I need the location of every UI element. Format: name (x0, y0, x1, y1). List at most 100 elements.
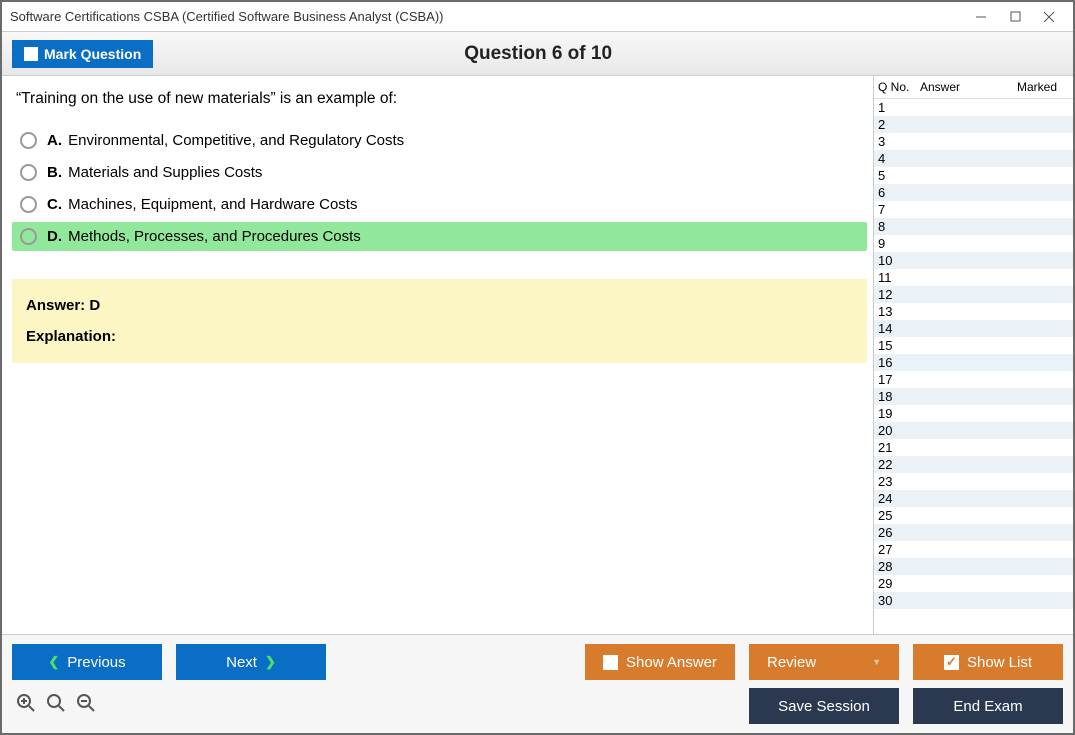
col-answer: Answer (920, 80, 1017, 94)
minimize-icon[interactable] (973, 9, 989, 25)
question-list-row[interactable]: 28 (874, 558, 1073, 575)
radio-icon (20, 196, 37, 213)
row-qno: 20 (878, 423, 914, 438)
row-qno: 30 (878, 593, 914, 608)
question-list-row[interactable]: 19 (874, 405, 1073, 422)
question-list-row[interactable]: 26 (874, 524, 1073, 541)
zoom-in-icon[interactable] (16, 693, 36, 719)
option-text: D. Methods, Processes, and Procedures Co… (47, 228, 361, 245)
row-qno: 15 (878, 338, 914, 353)
question-list-header: Q No. Answer Marked (874, 76, 1073, 99)
question-list-row[interactable]: 2 (874, 116, 1073, 133)
question-counter: Question 6 of 10 (153, 43, 923, 65)
footer: ❮ Previous Next ❯ Show Answer Review ▼ ✓… (2, 634, 1073, 733)
question-list-row[interactable]: 8 (874, 218, 1073, 235)
end-exam-label: End Exam (953, 698, 1022, 715)
question-prompt: “Training on the use of new materials” i… (12, 90, 873, 126)
answer-option[interactable]: C. Machines, Equipment, and Hardware Cos… (12, 190, 867, 219)
show-list-label: Show List (967, 654, 1032, 671)
question-list-row[interactable]: 6 (874, 184, 1073, 201)
next-button[interactable]: Next ❯ (176, 644, 326, 680)
question-list-row[interactable]: 22 (874, 456, 1073, 473)
chevron-down-icon: ▼ (872, 657, 881, 667)
end-exam-button[interactable]: End Exam (913, 688, 1063, 724)
row-qno: 16 (878, 355, 914, 370)
mark-question-label: Mark Question (44, 46, 141, 62)
question-list-row[interactable]: 4 (874, 150, 1073, 167)
maximize-icon[interactable] (1007, 9, 1023, 25)
row-qno: 9 (878, 236, 914, 251)
answer-option[interactable]: B. Materials and Supplies Costs (12, 158, 867, 187)
show-list-button[interactable]: ✓ Show List (913, 644, 1063, 680)
question-list-row[interactable]: 20 (874, 422, 1073, 439)
row-qno: 24 (878, 491, 914, 506)
zoom-out-icon[interactable] (76, 693, 96, 719)
row-qno: 22 (878, 457, 914, 472)
chevron-left-icon: ❮ (48, 654, 59, 670)
question-list-row[interactable]: 24 (874, 490, 1073, 507)
question-list-row[interactable]: 17 (874, 371, 1073, 388)
question-list[interactable]: 1234567891011121314151617181920212223242… (874, 99, 1073, 634)
question-list-row[interactable]: 15 (874, 337, 1073, 354)
question-list-row[interactable]: 5 (874, 167, 1073, 184)
row-qno: 11 (878, 270, 914, 285)
question-list-row[interactable]: 16 (874, 354, 1073, 371)
option-text: B. Materials and Supplies Costs (47, 164, 262, 181)
col-qno: Q No. (878, 80, 920, 94)
question-list-row[interactable]: 29 (874, 575, 1073, 592)
question-list-row[interactable]: 11 (874, 269, 1073, 286)
next-label: Next (226, 654, 257, 671)
row-qno: 7 (878, 202, 914, 217)
answer-option[interactable]: D. Methods, Processes, and Procedures Co… (12, 222, 867, 251)
question-list-row[interactable]: 18 (874, 388, 1073, 405)
option-text: C. Machines, Equipment, and Hardware Cos… (47, 196, 357, 213)
question-panel: “Training on the use of new materials” i… (2, 76, 873, 634)
option-text: A. Environmental, Competitive, and Regul… (47, 132, 404, 149)
row-qno: 14 (878, 321, 914, 336)
question-list-row[interactable]: 14 (874, 320, 1073, 337)
row-qno: 6 (878, 185, 914, 200)
row-qno: 21 (878, 440, 914, 455)
show-answer-button[interactable]: Show Answer (585, 644, 735, 680)
close-icon[interactable] (1041, 9, 1057, 25)
window-controls (973, 9, 1065, 25)
row-qno: 23 (878, 474, 914, 489)
save-session-label: Save Session (778, 698, 870, 715)
question-list-row[interactable]: 21 (874, 439, 1073, 456)
zoom-reset-icon[interactable] (46, 693, 66, 719)
save-session-button[interactable]: Save Session (749, 688, 899, 724)
row-qno: 5 (878, 168, 914, 183)
question-list-row[interactable]: 30 (874, 592, 1073, 609)
col-marked: Marked (1017, 80, 1069, 94)
review-button[interactable]: Review ▼ (749, 644, 899, 680)
body: “Training on the use of new materials” i… (2, 76, 1073, 634)
question-list-row[interactable]: 25 (874, 507, 1073, 524)
question-list-row[interactable]: 1 (874, 99, 1073, 116)
question-list-row[interactable]: 3 (874, 133, 1073, 150)
row-qno: 12 (878, 287, 914, 302)
explanation-label: Explanation: (26, 328, 853, 345)
header-bar: Mark Question Question 6 of 10 (2, 32, 1073, 76)
row-qno: 4 (878, 151, 914, 166)
question-list-row[interactable]: 27 (874, 541, 1073, 558)
question-list-row[interactable]: 7 (874, 201, 1073, 218)
row-qno: 3 (878, 134, 914, 149)
answer-option[interactable]: A. Environmental, Competitive, and Regul… (12, 126, 867, 155)
previous-label: Previous (67, 654, 125, 671)
row-qno: 28 (878, 559, 914, 574)
question-list-row[interactable]: 13 (874, 303, 1073, 320)
question-list-row[interactable]: 23 (874, 473, 1073, 490)
show-answer-label: Show Answer (626, 654, 717, 671)
answer-label: Answer: D (26, 297, 853, 314)
question-list-row[interactable]: 9 (874, 235, 1073, 252)
checkbox-checked-icon: ✓ (944, 655, 959, 670)
row-qno: 2 (878, 117, 914, 132)
radio-icon (20, 164, 37, 181)
question-list-row[interactable]: 10 (874, 252, 1073, 269)
question-list-panel: Q No. Answer Marked 12345678910111213141… (873, 76, 1073, 634)
previous-button[interactable]: ❮ Previous (12, 644, 162, 680)
question-list-row[interactable]: 12 (874, 286, 1073, 303)
mark-question-button[interactable]: Mark Question (12, 40, 153, 68)
zoom-controls (12, 693, 96, 719)
options-list: A. Environmental, Competitive, and Regul… (12, 126, 867, 251)
